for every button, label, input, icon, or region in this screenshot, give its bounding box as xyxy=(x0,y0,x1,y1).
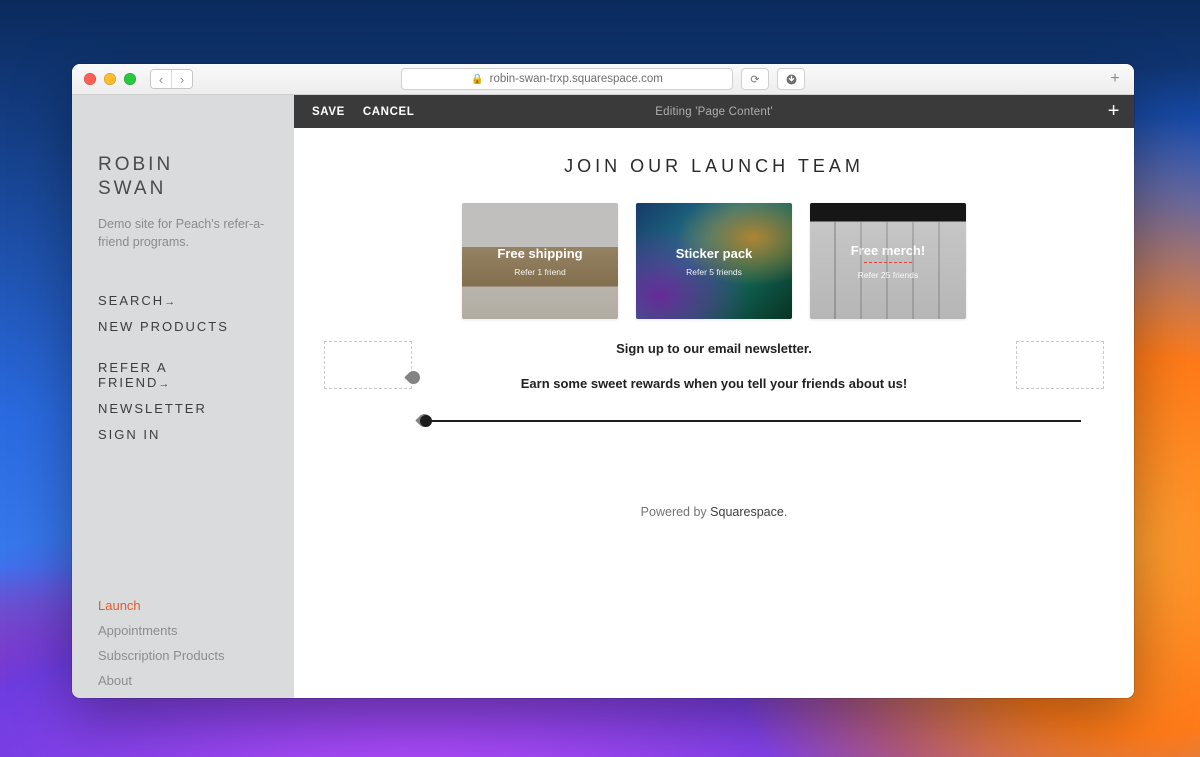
address-bar[interactable]: 🔒 robin-swan-trxp.squarespace.com xyxy=(401,68,733,90)
secondary-nav: Launch Appointments Subscription Product… xyxy=(98,598,294,698)
page: ROBIN SWAN Demo site for Peach's refer-a… xyxy=(72,95,1134,698)
reward-card[interactable]: Free merch! Refer 25 friends xyxy=(810,203,966,319)
primary-nav: SEARCH→ NEW PRODUCTS REFER A FRIEND→ NEW… xyxy=(98,278,294,442)
cancel-button[interactable]: CANCEL xyxy=(363,106,415,118)
block-insert-zone-right[interactable] xyxy=(1016,341,1104,389)
reward-card-title: Free merch! xyxy=(851,243,925,258)
reward-card-subtitle: Refer 25 friends xyxy=(858,270,918,280)
editor-pane: SAVE CANCEL Editing 'Page Content' + JOI… xyxy=(294,95,1134,698)
nav-refer-a-friend[interactable]: REFER A FRIEND→ xyxy=(98,345,294,390)
nav-sign-in[interactable]: SIGN IN xyxy=(98,427,294,442)
save-button[interactable]: SAVE xyxy=(312,106,345,118)
minimize-window-button[interactable] xyxy=(104,73,116,85)
reload-button[interactable]: ⟳ xyxy=(741,68,769,90)
powered-by-link[interactable]: Squarespace xyxy=(710,505,784,519)
reward-text: Earn some sweet rewards when you tell yo… xyxy=(324,376,1104,391)
nav-search[interactable]: SEARCH→ xyxy=(98,278,294,308)
back-button[interactable]: ‹ xyxy=(151,70,171,88)
arrow-right-icon: → xyxy=(164,296,175,308)
reward-card-subtitle: Refer 1 friend xyxy=(514,267,566,277)
close-window-button[interactable] xyxy=(84,73,96,85)
page-heading: JOIN OUR LAUNCH TEAM xyxy=(324,156,1104,177)
arrow-right-icon: → xyxy=(158,378,169,390)
new-tab-button[interactable]: + xyxy=(1104,68,1126,90)
safari-window: ‹ › 🔒 robin-swan-trxp.squarespace.com ⟳ … xyxy=(72,64,1134,698)
site-title[interactable]: ROBIN SWAN xyxy=(98,153,294,201)
site-sidebar: ROBIN SWAN Demo site for Peach's refer-a… xyxy=(72,95,294,698)
download-icon xyxy=(786,74,797,85)
reward-cards: Free shipping Refer 1 friend Sticker pac… xyxy=(324,203,1104,319)
forward-button[interactable]: › xyxy=(171,70,192,88)
reward-card-subtitle: Refer 5 friends xyxy=(686,267,742,277)
subnav-item-launch[interactable]: Launch xyxy=(98,598,294,613)
block-insert-zone-left[interactable] xyxy=(324,341,412,389)
signup-text: Sign up to our email newsletter. xyxy=(324,341,1104,356)
lock-icon: 🔒 xyxy=(471,74,483,85)
decorative-dashed-line xyxy=(864,262,912,264)
subnav-item-about[interactable]: About xyxy=(98,673,294,688)
window-controls xyxy=(84,73,136,85)
site-title-line1: ROBIN xyxy=(98,154,173,175)
block-insertion-line[interactable] xyxy=(427,420,1081,422)
reward-card[interactable]: Sticker pack Refer 5 friends xyxy=(636,203,792,319)
nav-new-products[interactable]: NEW PRODUCTS xyxy=(98,319,294,334)
site-tagline: Demo site for Peach's refer-a-friend pro… xyxy=(98,215,294,253)
address-url: robin-swan-trxp.squarespace.com xyxy=(490,73,663,85)
add-block-button[interactable]: + xyxy=(1108,100,1120,123)
address-cluster: 🔒 robin-swan-trxp.squarespace.com ⟳ xyxy=(401,68,805,90)
subnav-item-appointments[interactable]: Appointments xyxy=(98,623,294,638)
powered-by-footer: Powered by Squarespace. xyxy=(294,505,1134,519)
downloads-button[interactable] xyxy=(777,68,805,90)
subnav-item-subscription[interactable]: Subscription Products xyxy=(98,648,294,663)
text-block-area[interactable]: Sign up to our email newsletter. Earn so… xyxy=(324,341,1104,391)
editor-toolbar: SAVE CANCEL Editing 'Page Content' + xyxy=(294,95,1134,128)
reward-card-title: Free shipping xyxy=(497,246,582,261)
content-canvas[interactable]: JOIN OUR LAUNCH TEAM Free shipping Refer… xyxy=(294,128,1134,698)
zoom-window-button[interactable] xyxy=(124,73,136,85)
site-title-line2: SWAN xyxy=(98,178,166,199)
reward-card[interactable]: Free shipping Refer 1 friend xyxy=(462,203,618,319)
reward-card-title: Sticker pack xyxy=(676,246,753,261)
nav-buttons: ‹ › xyxy=(150,69,193,89)
safari-titlebar: ‹ › 🔒 robin-swan-trxp.squarespace.com ⟳ … xyxy=(72,64,1134,95)
powered-by-period: . xyxy=(784,505,787,519)
nav-newsletter[interactable]: NEWSLETTER xyxy=(98,401,294,416)
nav-search-label: SEARCH xyxy=(98,293,164,308)
editor-context-label: Editing 'Page Content' xyxy=(655,106,772,118)
powered-by-prefix: Powered by xyxy=(641,505,710,519)
